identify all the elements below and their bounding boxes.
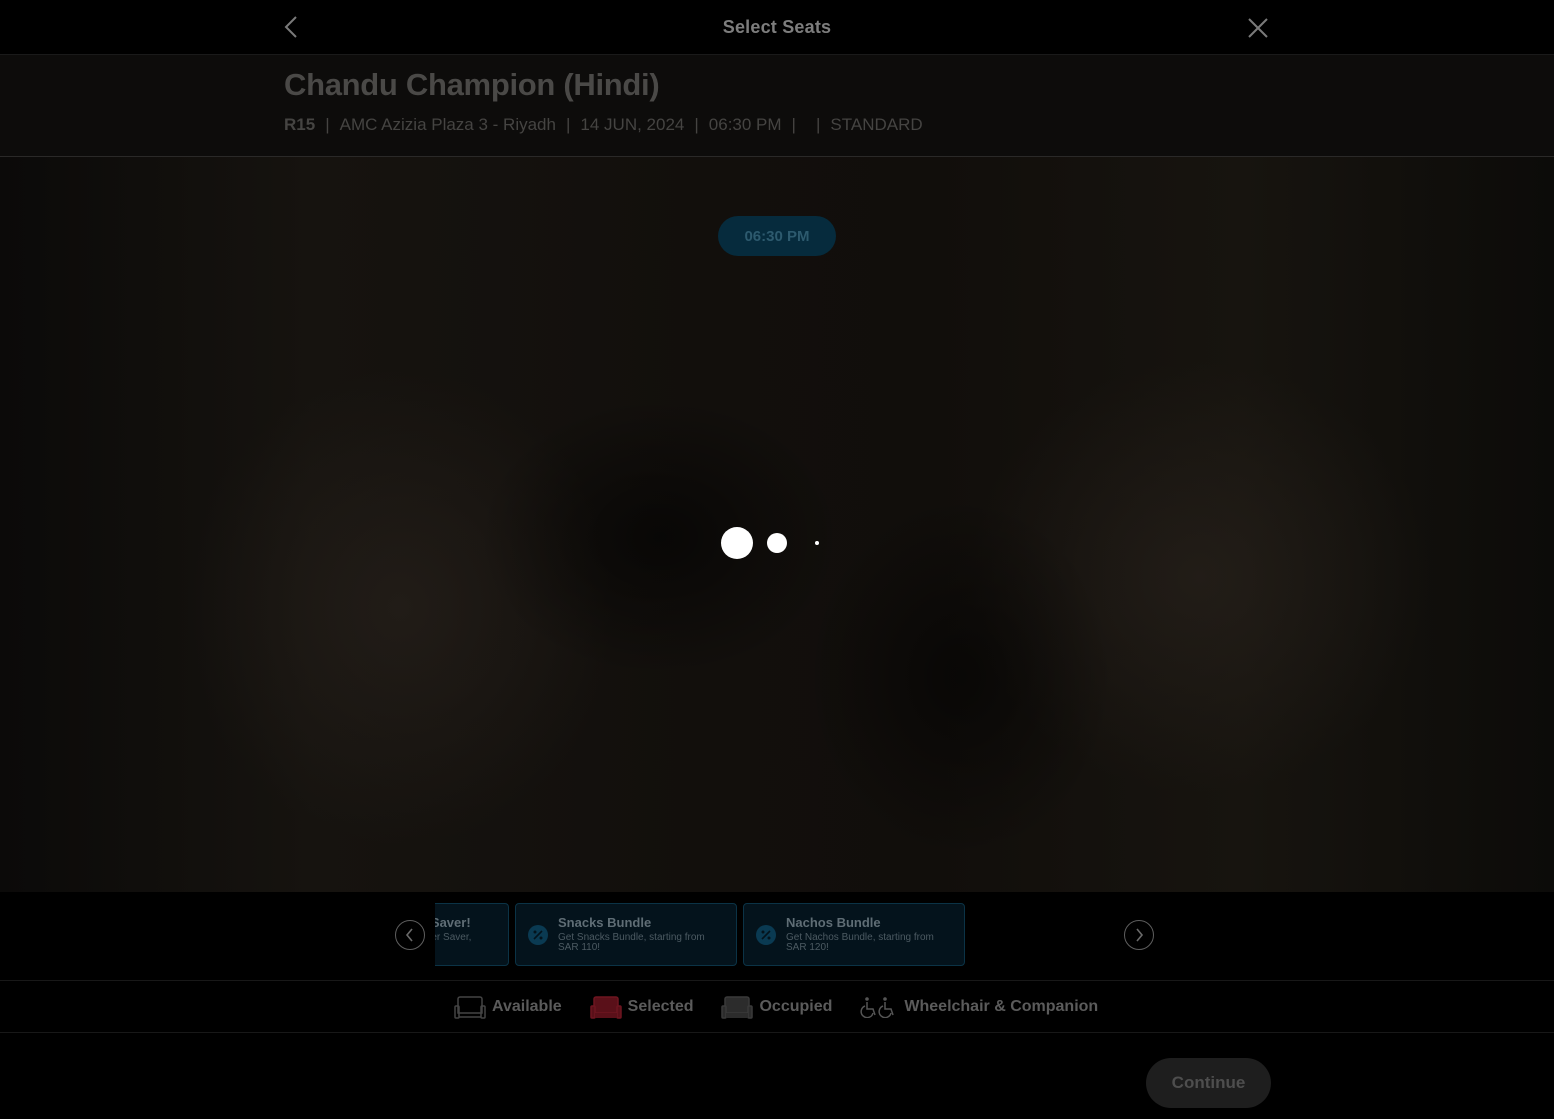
offer-description: Get Snacks Bundle, starting from SAR 110… [558,932,705,953]
separator: | [325,115,330,134]
seat-legend: Available Selected Occupied Wheelchair &… [0,980,1554,1033]
offer-card[interactable]: Weekend Super Saver! Get The Weekend Sup… [435,903,509,966]
footer: Continue [0,1034,1554,1119]
seat-selected-icon [589,996,622,1019]
discount-icon [528,925,548,945]
separator: | [694,115,699,134]
chevron-left-icon [405,928,413,942]
offer-description: Get The Weekend Super Saver, starting fr… [435,932,472,943]
loading-dot [767,533,787,553]
legend-available: Available [454,994,562,1020]
offer-description: Get Nachos Bundle, starting from SAR 120… [786,932,934,953]
offers-track: Weekend Super Saver! Get The Weekend Sup… [435,903,965,966]
offer-title: Nachos Bundle [786,915,881,930]
offer-title: Snacks Bundle [558,915,652,930]
legend-label: Occupied [759,998,833,1015]
close-icon [1248,18,1268,38]
cinema-name: AMC Azizia Plaza 3 - Riyadh [339,115,556,134]
legend-wheelchair: Wheelchair & Companion [860,996,1098,1018]
legend-occupied: Occupied [721,994,832,1020]
wheelchair-icon [860,997,895,1018]
discount-icon [756,925,776,945]
movie-title: Chandu Champion (Hindi) [284,67,660,102]
experience-type: STANDARD [830,115,923,134]
legend-label: Selected [627,998,694,1015]
carousel-next-button[interactable] [1124,920,1154,950]
offer-card[interactable]: Nachos Bundle Get Nachos Bundle, startin… [743,903,965,966]
offers-viewport: Weekend Super Saver! Get The Weekend Sup… [435,903,1055,967]
close-button[interactable] [1244,14,1272,42]
separator: | [815,115,821,134]
page-title: Select Seats [722,17,832,37]
carousel-prev-button[interactable] [395,920,425,950]
separator: | [791,115,796,134]
seat-available-icon [454,996,486,1019]
movie-info: Chandu Champion (Hindi) R15 | AMC Azizia… [0,55,1554,157]
separator: | [565,115,571,134]
rating-badge: R15 [284,115,316,134]
continue-button[interactable]: Continue [1146,1058,1271,1108]
showtime-pill[interactable]: 06:30 PM [718,216,836,256]
legend-selected: Selected [589,994,694,1020]
offer-card[interactable]: Snacks Bundle Get Snacks Bundle, startin… [515,903,737,966]
seat-map-area: 06:30 PM [0,157,1554,892]
top-bar: Select Seats [0,0,1554,55]
movie-meta: R15 | AMC Azizia Plaza 3 - Riyadh | 14 J… [284,115,923,135]
legend-items: Available Selected Occupied Wheelchair &… [454,994,1126,1020]
seat-occupied-icon [721,996,754,1019]
legend-label: Available [492,998,562,1015]
loading-dot [815,541,819,545]
show-date: 14 JUN, 2024 [580,115,685,134]
offers-carousel: Weekend Super Saver! Get The Weekend Sup… [0,892,1554,978]
offer-title: Weekend Super Saver! [435,915,471,930]
chevron-right-icon [1136,928,1144,942]
show-time: 06:30 PM [708,115,782,134]
loading-indicator [0,157,1554,892]
legend-label: Wheelchair & Companion [904,998,1099,1015]
loading-dot [721,527,753,559]
